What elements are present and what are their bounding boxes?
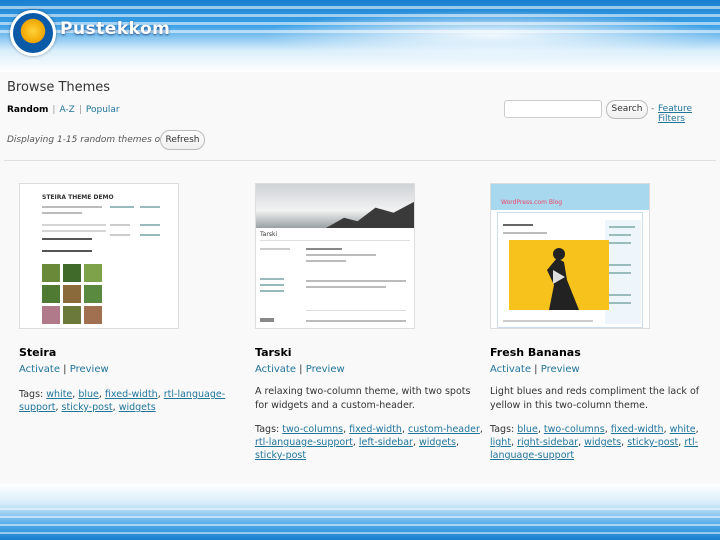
feature-filters-dash: - bbox=[651, 104, 655, 114]
browse-tabs: Random | A-Z | Popular bbox=[7, 105, 120, 115]
tag-link[interactable]: white bbox=[46, 389, 72, 400]
tag-link[interactable]: widgets bbox=[419, 437, 456, 448]
preview-link[interactable]: Preview bbox=[306, 364, 345, 375]
tag-link[interactable]: rtl-language-support bbox=[255, 437, 353, 448]
theme-tags: Tags: white, blue, fixed-width, rtl-lang… bbox=[19, 389, 226, 413]
footer-banner bbox=[0, 484, 720, 540]
tab-a-z[interactable]: A-Z bbox=[59, 105, 74, 115]
theme-actions: Activate | Preview bbox=[255, 364, 345, 375]
tag-link[interactable]: light bbox=[490, 437, 511, 448]
tag-link[interactable]: widgets bbox=[119, 402, 156, 413]
search-input[interactable] bbox=[504, 100, 602, 118]
preview-link[interactable]: Preview bbox=[70, 364, 109, 375]
feature-filters-link[interactable]: Feature Filters bbox=[658, 104, 720, 124]
tag-link[interactable]: right-sidebar bbox=[517, 437, 578, 448]
thumb-title: Tarski bbox=[260, 231, 278, 238]
search-button[interactable]: Search bbox=[606, 100, 648, 119]
thumb-title: WordPress.com Blog bbox=[501, 199, 563, 206]
tab-random[interactable]: Random bbox=[7, 105, 48, 115]
activate-link[interactable]: Activate bbox=[255, 364, 296, 375]
content-panel: Browse Themes Random | A-Z | Popular Search … bbox=[0, 72, 720, 484]
tag-link[interactable]: fixed-width bbox=[105, 389, 158, 400]
preview-link[interactable]: Preview bbox=[541, 364, 580, 375]
theme-description: A relaxing two-column theme, with two sp… bbox=[255, 386, 471, 411]
tag-link[interactable]: sticky-post bbox=[62, 402, 113, 413]
theme-tags: Tags: blue, two-columns, fixed-width, wh… bbox=[490, 424, 699, 461]
tag-link[interactable]: widgets bbox=[584, 437, 621, 448]
activate-link[interactable]: Activate bbox=[490, 364, 531, 375]
theme-screenshot-tarski[interactable]: Tarski bbox=[255, 183, 415, 329]
theme-actions: Activate | Preview bbox=[490, 364, 580, 375]
theme-name: Fresh Bananas bbox=[490, 346, 581, 359]
theme-actions: Activate | Preview bbox=[19, 364, 109, 375]
logo-emblem-icon bbox=[10, 10, 56, 56]
tag-link[interactable]: fixed-width bbox=[349, 424, 402, 435]
page-title: Browse Themes bbox=[7, 80, 111, 95]
theme-tags: Tags: two-columns, fixed-width, custom-h… bbox=[255, 424, 483, 461]
tab-popular[interactable]: Popular bbox=[86, 105, 120, 115]
header-banner: Pustekkom bbox=[0, 0, 720, 72]
tag-link[interactable]: white bbox=[670, 424, 696, 435]
brand-logo-text: Pustekkom bbox=[60, 19, 171, 39]
video-thumbnail bbox=[509, 240, 609, 310]
refresh-button[interactable]: Refresh bbox=[160, 130, 205, 150]
activate-link[interactable]: Activate bbox=[19, 364, 60, 375]
tag-link[interactable]: two-columns bbox=[282, 424, 343, 435]
tag-link[interactable]: custom-header bbox=[408, 424, 480, 435]
divider bbox=[4, 160, 716, 161]
tag-link[interactable]: fixed-width bbox=[611, 424, 664, 435]
tag-link[interactable]: left-sidebar bbox=[359, 437, 413, 448]
tag-link[interactable]: sticky-post bbox=[627, 437, 678, 448]
theme-name: Tarski bbox=[255, 346, 292, 359]
theme-name: Steira bbox=[19, 346, 57, 359]
theme-screenshot-fresh-bananas[interactable]: WordPress.com Blog bbox=[490, 183, 650, 329]
theme-screenshot-steira[interactable]: STEIRA THEME DEMO bbox=[19, 183, 179, 329]
tag-link[interactable]: blue bbox=[78, 389, 99, 400]
tag-link[interactable]: two-columns bbox=[544, 424, 605, 435]
tag-link[interactable]: sticky-post bbox=[255, 450, 306, 461]
thumb-title: STEIRA THEME DEMO bbox=[42, 194, 114, 201]
tag-link[interactable]: blue bbox=[517, 424, 538, 435]
theme-description: Light blues and reds compliment the lack… bbox=[490, 386, 700, 411]
